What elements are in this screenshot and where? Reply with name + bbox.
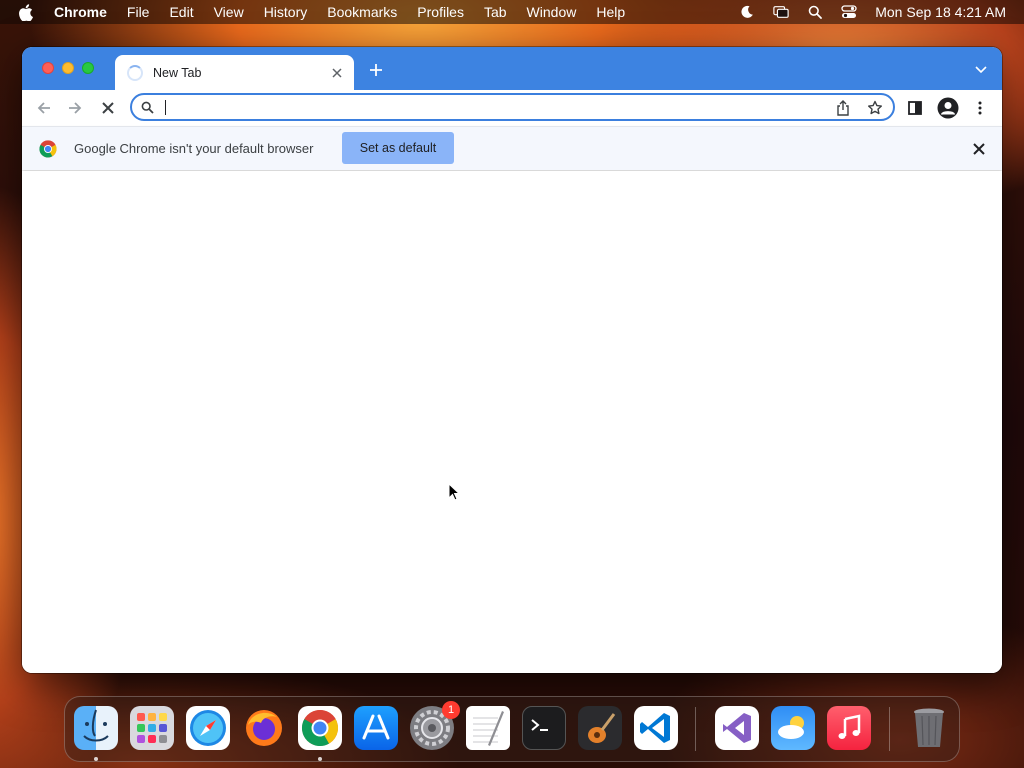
visual-studio-code-icon[interactable] bbox=[634, 706, 678, 750]
minimize-window-button[interactable] bbox=[62, 62, 74, 74]
finder-icon[interactable] bbox=[74, 706, 118, 750]
menu-bar: Chrome File Edit View History Bookmarks … bbox=[0, 0, 1024, 24]
menubar-clock[interactable]: Mon Sep 18 4:21 AM bbox=[875, 4, 1006, 20]
menu-edit[interactable]: Edit bbox=[169, 4, 193, 20]
tab-strip: New Tab bbox=[22, 47, 1002, 90]
browser-window: New Tab Google Chrome isn't your default… bbox=[22, 47, 1002, 673]
app-store-icon[interactable] bbox=[354, 706, 398, 750]
menu-help[interactable]: Help bbox=[596, 4, 625, 20]
set-as-default-button[interactable]: Set as default bbox=[342, 132, 454, 164]
address-input[interactable] bbox=[165, 97, 805, 117]
menu-app-name[interactable]: Chrome bbox=[54, 4, 107, 20]
page-content[interactable] bbox=[22, 171, 1002, 673]
text-caret bbox=[165, 100, 166, 115]
tab-close-icon[interactable] bbox=[330, 66, 344, 80]
bookmark-star-icon[interactable] bbox=[867, 100, 883, 116]
dock: 1 bbox=[64, 696, 960, 762]
tab-title: New Tab bbox=[153, 65, 202, 80]
stop-loading-icon[interactable] bbox=[99, 99, 117, 117]
launchpad-icon[interactable] bbox=[130, 706, 174, 750]
menu-file[interactable]: File bbox=[127, 4, 150, 20]
menu-history[interactable]: History bbox=[264, 4, 308, 20]
running-indicator bbox=[318, 757, 322, 761]
browser-toolbar bbox=[22, 90, 1002, 126]
tab-new-tab[interactable]: New Tab bbox=[115, 55, 354, 90]
default-browser-infobar: Google Chrome isn't your default browser… bbox=[22, 126, 1002, 170]
trash-icon[interactable] bbox=[907, 706, 951, 750]
spotlight-search-icon[interactable] bbox=[807, 4, 823, 20]
back-arrow-icon[interactable] bbox=[35, 99, 53, 117]
search-icon bbox=[141, 100, 155, 114]
menu-bookmarks[interactable]: Bookmarks bbox=[327, 4, 397, 20]
side-panel-icon[interactable] bbox=[906, 99, 924, 117]
garageband-icon[interactable] bbox=[578, 706, 622, 750]
dock-separator bbox=[695, 707, 696, 751]
safari-icon[interactable] bbox=[186, 706, 230, 750]
running-indicator bbox=[94, 757, 98, 761]
menu-profiles[interactable]: Profiles bbox=[417, 4, 464, 20]
terminal-icon[interactable] bbox=[522, 706, 566, 750]
menu-view[interactable]: View bbox=[214, 4, 244, 20]
notification-badge: 1 bbox=[442, 701, 460, 719]
control-center-icon[interactable] bbox=[841, 4, 857, 20]
weather-icon[interactable] bbox=[771, 706, 815, 750]
close-window-button[interactable] bbox=[42, 62, 54, 74]
infobar-close-icon[interactable] bbox=[972, 142, 986, 156]
music-icon[interactable] bbox=[827, 706, 871, 750]
visual-studio-icon[interactable] bbox=[715, 706, 759, 750]
address-bar[interactable] bbox=[130, 93, 895, 121]
focus-moon-icon[interactable] bbox=[739, 4, 755, 20]
zoom-window-button[interactable] bbox=[82, 62, 94, 74]
dock-separator bbox=[889, 707, 890, 751]
menu-window[interactable]: Window bbox=[527, 4, 577, 20]
chrome-logo-icon bbox=[39, 140, 57, 158]
textedit-icon[interactable] bbox=[466, 706, 510, 750]
screen-mirroring-icon[interactable] bbox=[773, 4, 789, 20]
google-chrome-icon[interactable] bbox=[298, 706, 342, 750]
menu-tab[interactable]: Tab bbox=[484, 4, 507, 20]
forward-arrow-icon[interactable] bbox=[66, 99, 84, 117]
new-tab-button[interactable] bbox=[368, 62, 384, 78]
infobar-message: Google Chrome isn't your default browser bbox=[74, 141, 314, 156]
profile-avatar-icon[interactable] bbox=[937, 97, 959, 119]
tab-search-chevron-icon[interactable] bbox=[974, 65, 988, 75]
window-controls bbox=[42, 62, 102, 74]
more-menu-icon[interactable] bbox=[971, 99, 989, 117]
mouse-pointer-icon bbox=[448, 483, 460, 501]
firefox-icon[interactable] bbox=[242, 706, 286, 750]
apple-logo-icon[interactable] bbox=[18, 3, 34, 21]
loading-spinner-icon bbox=[127, 64, 143, 81]
share-icon[interactable] bbox=[835, 100, 851, 116]
